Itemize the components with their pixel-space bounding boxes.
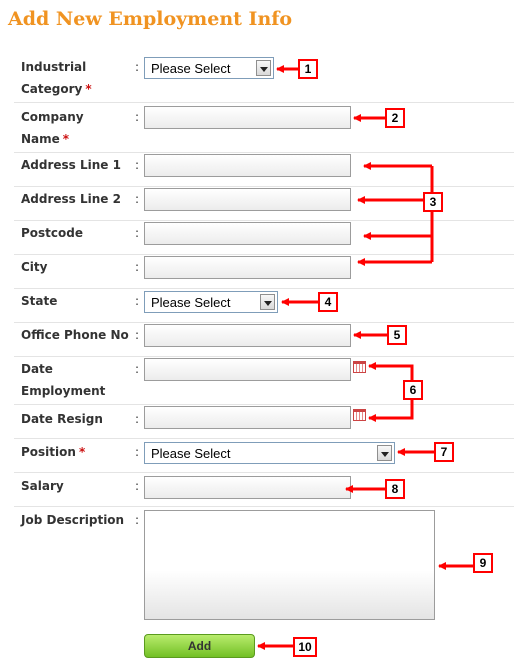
callout-5: 5: [387, 325, 407, 345]
callout-9: 9: [473, 553, 493, 573]
callout-3: 3: [423, 192, 443, 212]
callout-1: 1: [298, 59, 318, 79]
callout-7: 7: [434, 442, 454, 462]
callout-6: 6: [403, 380, 423, 400]
callout-8: 8: [385, 479, 405, 499]
callout-4: 4: [318, 292, 338, 312]
annotation-arrows: [257, 65, 473, 650]
callout-2: 2: [385, 108, 405, 128]
callout-10: 10: [293, 637, 317, 657]
